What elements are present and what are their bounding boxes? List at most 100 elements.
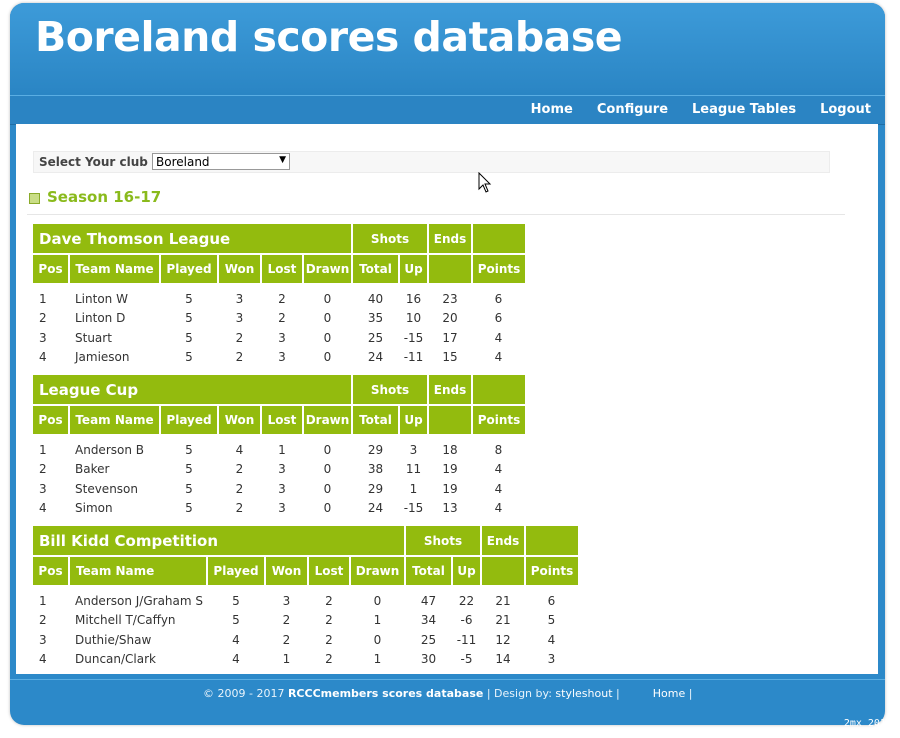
cell-lost: 2: [325, 632, 333, 647]
col-group-shots: Shots: [352, 375, 429, 405]
cell-points: 5: [547, 613, 556, 628]
cell-played: 5: [185, 501, 193, 516]
cell-team: Duthie/Shaw: [75, 632, 152, 647]
footer-home-link[interactable]: Home: [653, 687, 685, 700]
cell-points: 6: [494, 291, 503, 306]
cell-total: 29: [367, 442, 384, 457]
footer-trailing-separator: |: [688, 687, 693, 700]
club-select[interactable]: Boreland ▼: [152, 153, 290, 170]
nav-home[interactable]: Home: [531, 96, 573, 124]
table-row: 3 Stevenson 5 2 3 0 29 1 19 4: [33, 479, 525, 499]
table-row: 2 Baker 5 2 3 0 38 11 19 4: [33, 460, 525, 480]
cell-played: 4: [232, 632, 240, 647]
league-name: Bill Kidd Competition: [33, 526, 406, 556]
cell-pos: 4: [39, 350, 47, 365]
cell-points: 8: [494, 442, 503, 457]
col-group-blank: [525, 526, 578, 556]
col-pos: Pos: [33, 555, 70, 585]
table-row: 1 Linton W 5 3 2 0 40 16 23 6: [33, 289, 525, 309]
cell-won: 2: [235, 462, 244, 477]
nav-league-tables[interactable]: League Tables: [692, 96, 796, 124]
cell-pos: 2: [39, 613, 47, 628]
cell-ends: 17: [442, 330, 458, 345]
col-pos: Pos: [33, 253, 70, 283]
cell-total: 34: [420, 613, 437, 628]
site-footer: © 2009 - 2017 RCCCmembers scores databas…: [10, 679, 885, 710]
col-won: Won: [218, 404, 262, 434]
table-row: 3 Duthie/Shaw 4 2 2 0 25 -11 12 4: [33, 630, 578, 650]
cell-pos: 3: [39, 632, 47, 647]
cell-won: 4: [235, 442, 244, 457]
cell-ends: 20: [442, 311, 458, 326]
table-row: 4 Simon 5 2 3 0 24 -15 13 4: [33, 499, 525, 519]
cell-drawn: 0: [323, 291, 332, 306]
cell-drawn: 0: [323, 311, 332, 326]
cell-total: 40: [367, 291, 384, 306]
col-played: Played: [160, 404, 219, 434]
col-total: Total: [352, 253, 400, 283]
col-drawn: Drawn: [303, 404, 353, 434]
cell-points: 4: [547, 632, 556, 647]
table-row: 4 Jamieson 5 2 3 0 24 -11 15 4: [33, 348, 525, 368]
cell-team: Duncan/Clark: [75, 652, 156, 667]
footer-separator: |: [616, 687, 620, 700]
col-team: Team Name: [69, 555, 208, 585]
col-group-ends: Ends: [428, 224, 473, 254]
cell-team: Linton W: [75, 291, 128, 306]
cell-up: 10: [405, 311, 422, 326]
cell-ends: 19: [442, 481, 458, 496]
cell-won: 3: [282, 593, 291, 608]
cell-ends: 14: [495, 652, 511, 667]
cell-played: 5: [185, 481, 193, 496]
footer-designer-link[interactable]: styleshout: [555, 687, 612, 700]
cell-total: 47: [420, 593, 437, 608]
cell-won: 2: [282, 632, 291, 647]
col-group-blank: [472, 375, 525, 405]
table-row: 1 Anderson B 5 4 1 0 29 3 18 8: [33, 440, 525, 460]
nav-configure[interactable]: Configure: [597, 96, 668, 124]
col-played: Played: [160, 253, 219, 283]
cell-played: 5: [232, 593, 240, 608]
site-title: Boreland scores database: [35, 13, 623, 61]
col-points: Points: [472, 253, 525, 283]
col-drawn: Drawn: [350, 555, 406, 585]
col-group-shots: Shots: [352, 224, 429, 254]
season-heading: Season 16-17: [27, 188, 845, 215]
footer-copyright: © 2009 - 2017: [203, 687, 285, 700]
col-drawn: Drawn: [303, 253, 353, 283]
cell-played: 5: [185, 462, 193, 477]
cell-lost: 2: [278, 311, 286, 326]
cell-won: 2: [282, 613, 291, 628]
cell-lost: 2: [325, 593, 333, 608]
cell-pos: 1: [39, 593, 47, 608]
col-up: Up: [399, 253, 429, 283]
cell-points: 3: [547, 652, 556, 667]
cell-pos: 3: [39, 481, 47, 496]
footer-design-prefix: | Design by:: [486, 687, 552, 700]
cell-pos: 3: [39, 330, 47, 345]
cell-up: 16: [405, 291, 422, 306]
nav-logout[interactable]: Logout: [820, 96, 871, 124]
table-row: 1 Anderson J/Graham S 5 3 2 0 47 22 21 6: [33, 591, 578, 611]
league-table-league-cup: League Cup Shots Ends Pos Team Name Play…: [33, 375, 525, 518]
cell-team: Jamieson: [75, 350, 130, 365]
cell-pos: 2: [39, 311, 47, 326]
cell-up: 1: [409, 481, 418, 496]
cell-total: 29: [367, 481, 384, 496]
cell-ends: 21: [495, 593, 511, 608]
cell-points: 4: [494, 481, 503, 496]
cell-played: 5: [232, 613, 240, 628]
cell-drawn: 1: [373, 613, 382, 628]
cell-points: 6: [494, 311, 503, 326]
cell-team: Stuart: [75, 330, 112, 345]
cell-drawn: 0: [373, 632, 382, 647]
season-title: Season 16-17: [47, 188, 162, 206]
cell-won: 1: [282, 652, 291, 667]
cell-drawn: 0: [323, 330, 332, 345]
cell-up: -11: [456, 632, 477, 647]
league-table-bill-kidd: Bill Kidd Competition Shots Ends Pos Tea…: [33, 526, 578, 669]
col-ends: [428, 253, 473, 283]
cell-played: 5: [185, 311, 193, 326]
cell-pos: 1: [39, 291, 47, 306]
col-up: Up: [452, 555, 482, 585]
